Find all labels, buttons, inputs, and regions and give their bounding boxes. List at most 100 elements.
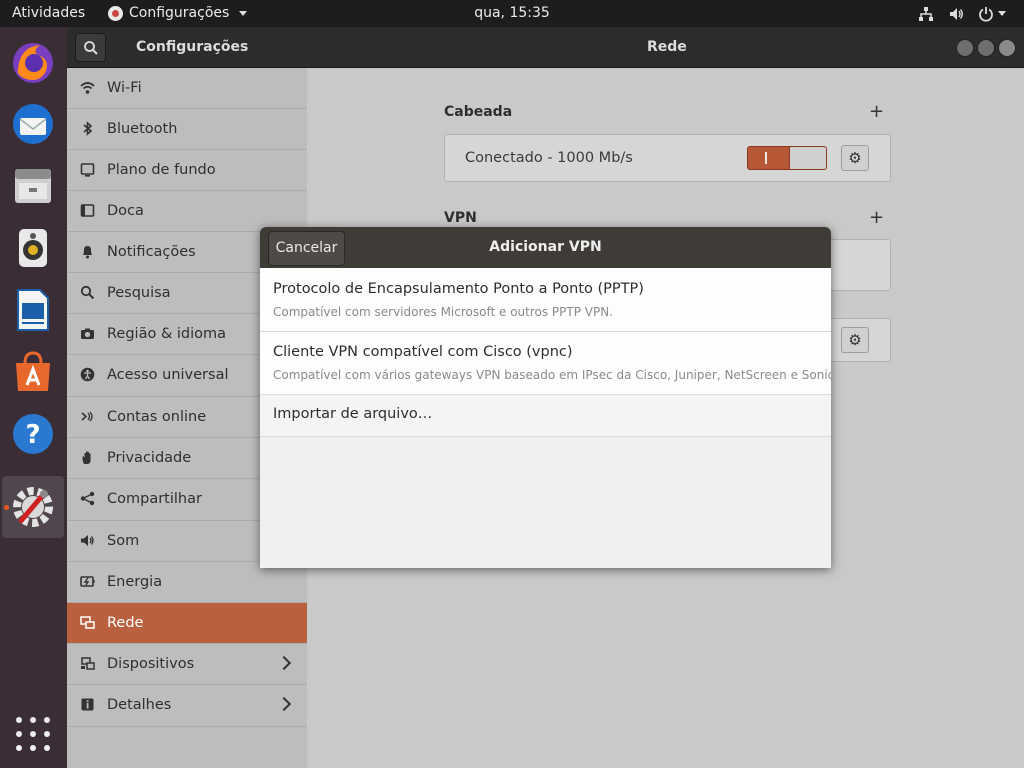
wired-connection-card: Conectado - 1000 Mb/s ⚙ xyxy=(444,134,891,182)
activities-button[interactable]: Atividades xyxy=(12,0,85,27)
sidebar-item-wifi[interactable]: Wi-Fi xyxy=(67,68,307,109)
sidebar-item-network[interactable]: Rede xyxy=(67,603,307,644)
online-accounts-icon xyxy=(81,411,93,422)
speaker-icon xyxy=(81,535,94,546)
sidebar-title: Configurações xyxy=(136,39,249,55)
proxy-settings-button[interactable]: ⚙ xyxy=(841,327,869,353)
libreoffice-writer-icon xyxy=(17,289,49,331)
settings-icon xyxy=(13,487,53,527)
sidebar-item-label: Som xyxy=(107,533,140,549)
chevron-right-icon xyxy=(276,696,292,712)
sidebar-item-label: Bluetooth xyxy=(107,121,178,137)
add-vpn-dialog: Cancelar Adicionar VPN Protocolo de Enca… xyxy=(260,227,831,568)
switch-knob xyxy=(789,147,826,169)
dock-files[interactable] xyxy=(2,155,64,217)
sidebar-item-power[interactable]: Energia xyxy=(67,562,307,603)
dock-help[interactable]: ? xyxy=(2,403,64,465)
dock-libreoffice-writer[interactable] xyxy=(2,279,64,341)
search-icon xyxy=(84,41,98,55)
close-button[interactable] xyxy=(998,39,1016,57)
show-applications-button[interactable] xyxy=(16,717,50,751)
minimize-button[interactable] xyxy=(956,39,974,57)
dock-rhythmbox[interactable] xyxy=(2,217,64,279)
header-bar: Configurações Rede xyxy=(67,27,1024,68)
svg-text:?: ? xyxy=(25,420,40,450)
dialog-title: Adicionar VPN xyxy=(489,239,602,255)
dropdown-arrow-icon xyxy=(239,11,248,16)
sidebar-item-label: Compartilhar xyxy=(107,491,202,507)
sidebar-item-info[interactable]: Detalhes xyxy=(67,685,307,727)
maximize-button[interactable] xyxy=(977,39,995,57)
search-button[interactable] xyxy=(75,33,106,62)
dock-software[interactable] xyxy=(2,341,64,403)
sidebar-item-label: Detalhes xyxy=(107,697,172,713)
sidebar-item-label: Pesquisa xyxy=(107,285,171,301)
wired-switch[interactable] xyxy=(747,146,827,170)
software-icon xyxy=(16,351,50,391)
dock: ? xyxy=(0,27,67,768)
running-indicator xyxy=(4,505,9,510)
sidebar-item-label: Contas online xyxy=(107,409,207,425)
rhythmbox-icon xyxy=(19,229,47,267)
top-bar: Atividades Configurações qua, 15:35 xyxy=(0,0,1024,27)
sidebar-item-bluetooth[interactable]: Bluetooth xyxy=(67,109,307,150)
devices-icon xyxy=(81,657,95,670)
camera-icon xyxy=(81,328,94,339)
sidebar-item-label: Privacidade xyxy=(107,450,192,466)
dock-settings[interactable] xyxy=(2,476,64,538)
bell-icon xyxy=(83,246,92,259)
files-icon xyxy=(15,169,51,203)
settings-gear-icon xyxy=(108,6,123,21)
add-wired-button[interactable]: + xyxy=(869,101,884,122)
vpn-section-title: VPN xyxy=(444,210,477,226)
option-description: Compatível com servidores Microsoft e ou… xyxy=(273,305,614,319)
add-vpn-button[interactable]: + xyxy=(869,207,884,228)
wired-settings-button[interactable]: ⚙ xyxy=(841,145,869,171)
sidebar-item-label: Rede xyxy=(107,615,144,631)
vpn-option-vpnc[interactable]: Cliente VPN compatível com Cisco (vpnc) … xyxy=(260,332,831,395)
dock-firefox[interactable] xyxy=(2,31,64,93)
help-icon: ? xyxy=(13,414,53,454)
tray-dropdown-icon xyxy=(998,11,1006,16)
power-icon xyxy=(979,6,993,22)
sidebar-item-label: Acesso universal xyxy=(107,367,229,383)
sidebar-item-label: Wi-Fi xyxy=(107,80,142,96)
app-menu[interactable]: Configurações xyxy=(108,0,248,27)
sidebar-item-label: Energia xyxy=(107,574,163,590)
wired-status-label: Conectado - 1000 Mb/s xyxy=(465,150,633,166)
system-tray[interactable] xyxy=(918,0,1006,27)
vpn-option-import[interactable]: Importar de arquivo… xyxy=(260,395,831,437)
sidebar-item-label: Região & idioma xyxy=(107,326,227,342)
option-title: Protocolo de Encapsulamento Ponto a Pont… xyxy=(273,281,644,297)
bluetooth-icon xyxy=(83,121,93,136)
option-title: Importar de arquivo… xyxy=(273,406,433,422)
dialog-header: Cancelar Adicionar VPN xyxy=(260,227,831,268)
power-icon xyxy=(80,576,95,587)
cancel-button[interactable]: Cancelar xyxy=(268,231,345,266)
gear-icon: ⚙ xyxy=(848,149,862,167)
gear-icon: ⚙ xyxy=(848,331,862,349)
background-icon xyxy=(80,163,95,177)
app-menu-label: Configurações xyxy=(129,5,230,21)
panel-title: Rede xyxy=(647,39,687,55)
vpn-option-pptp[interactable]: Protocolo de Encapsulamento Ponto a Pont… xyxy=(260,268,831,332)
window-controls xyxy=(956,39,1016,57)
sidebar-item-dock[interactable]: Doca xyxy=(67,191,307,232)
dock-icon xyxy=(80,204,95,217)
chevron-right-icon xyxy=(276,655,292,671)
wifi-icon xyxy=(80,82,95,94)
switch-on-mark xyxy=(765,152,767,164)
sidebar-item-devices[interactable]: Dispositivos xyxy=(67,644,307,685)
sidebar-item-background[interactable]: Plano de fundo xyxy=(67,150,307,191)
dock-thunderbird[interactable] xyxy=(2,93,64,155)
option-title: Cliente VPN compatível com Cisco (vpnc) xyxy=(273,344,573,360)
thunderbird-icon xyxy=(13,104,53,144)
wired-section-title: Cabeada xyxy=(444,104,513,120)
sidebar-item-label: Doca xyxy=(107,203,144,219)
firefox-icon xyxy=(13,43,53,83)
accessibility-icon xyxy=(80,367,95,382)
sidebar-item-label: Plano de fundo xyxy=(107,162,216,178)
network-wired-icon xyxy=(919,6,933,21)
network-icon xyxy=(80,616,95,629)
info-icon xyxy=(81,698,94,711)
